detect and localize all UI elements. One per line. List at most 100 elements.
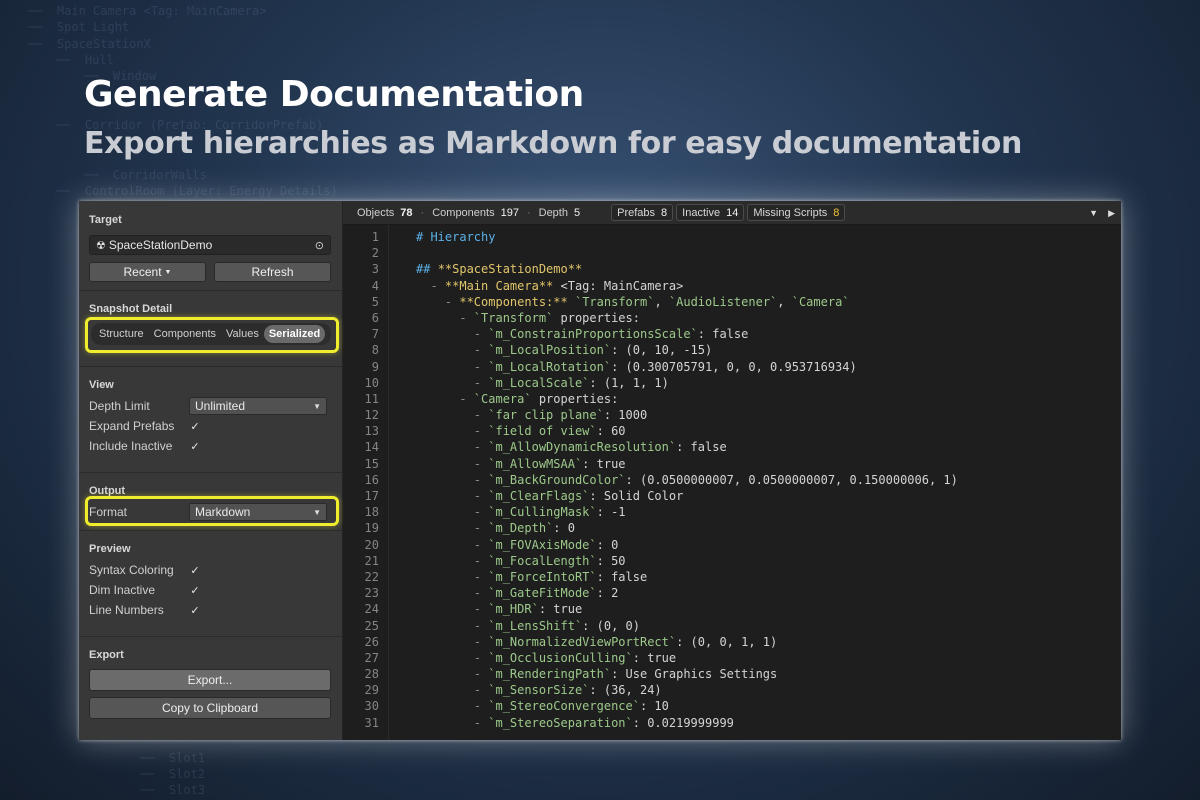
copy-to-clipboard-button[interactable]: Copy to Clipboard <box>89 697 331 719</box>
code-line: - `Transform` properties: <box>416 310 958 326</box>
code-token: `m_FOVAxisMode` <box>488 537 597 552</box>
object-picker-icon[interactable]: ⊙ <box>315 239 324 252</box>
line-number: 21 <box>364 553 379 568</box>
code-token: : 50 <box>596 553 626 568</box>
refresh-button[interactable]: Refresh <box>214 262 331 282</box>
code-token: `m_LocalRotation` <box>488 359 612 374</box>
recent-button[interactable]: Recent ▼ <box>89 262 206 282</box>
hero-subtitle: Export hierarchies as Markdown for easy … <box>84 126 1022 161</box>
export-button[interactable]: Export... <box>89 669 331 691</box>
bg-tree-line: ── ControlRoom (Layer: Energy Details) <box>56 184 338 198</box>
view-title: View <box>89 379 114 391</box>
code-line: - **Main Camera** <Tag: MainCamera> <box>416 278 958 294</box>
dropdown-arrow-icon: ▼ <box>313 401 321 411</box>
markdown-preview: Objects 78 · Components 197 · Depth 5 Pr… <box>343 201 1121 740</box>
line-number: 6 <box>371 310 379 325</box>
code-token: - <box>416 683 489 698</box>
code-line: - `m_ConstrainProportionsScale`: false <box>416 326 958 342</box>
code-token: **SpaceStationDemo** <box>437 262 583 277</box>
code-token: : false <box>676 440 727 455</box>
line-number: 1 <box>371 230 379 244</box>
line-number: 19 <box>364 521 379 536</box>
code-token: **Components:** <box>459 294 568 309</box>
prefabs-chip-value: 8 <box>661 206 668 219</box>
include-inactive-label: Include Inactive <box>89 439 173 453</box>
line-numbers-checkbox[interactable]: ✓ <box>189 604 201 617</box>
code-token: , <box>654 294 669 309</box>
syntax-coloring-row: Syntax Coloring ✓ <box>89 560 332 580</box>
code-token: : false <box>596 569 648 584</box>
export-label: Export... <box>187 673 233 687</box>
code-line: - `m_LensShift`: (0, 0) <box>416 618 958 634</box>
code-token: - <box>416 294 460 309</box>
code-token: : true <box>538 602 583 617</box>
code-token: : (36, 24) <box>589 683 662 698</box>
collapse-menu-icon[interactable]: ▼ <box>1089 208 1098 218</box>
code-token: `m_ConstrainProportionsScale` <box>488 327 698 342</box>
depth-limit-row: Depth Limit Unlimited ▼ <box>89 396 332 416</box>
code-line: - `m_StereoConvergence`: 10 <box>416 698 958 714</box>
code-line: - `m_SensorSize`: (36, 24) <box>416 682 958 698</box>
snapshot-section: Snapshot Detail Structure Components Val… <box>79 291 342 367</box>
code-line: - `Camera` properties: <box>416 391 958 407</box>
prefabs-chip[interactable]: Prefabs 8 <box>611 204 674 221</box>
code-token: properties: <box>553 310 640 325</box>
missing-scripts-chip[interactable]: Missing Scripts 8 <box>747 204 846 221</box>
stat-separator: · <box>526 206 531 219</box>
code-token: `m_AllowMSAA` <box>488 456 583 471</box>
preview-section: Preview Syntax Coloring ✓ Dim Inactive ✓… <box>79 531 342 637</box>
expand-prefabs-label: Expand Prefabs <box>89 419 175 433</box>
code-line: - `m_ForceIntoRT`: false <box>416 569 958 585</box>
output-section: Output Format Markdown ▼ <box>79 473 342 531</box>
objects-stat-label: Objects <box>357 206 395 219</box>
bg-tree-line: ── Hull <box>56 53 114 67</box>
code-token: - <box>416 569 489 584</box>
line-number: 15 <box>364 456 379 471</box>
code-token: - <box>416 602 489 617</box>
code-token: : 60 <box>596 424 626 439</box>
inactive-chip[interactable]: Inactive 14 <box>676 204 745 221</box>
expand-arrow-icon[interactable]: ▶ <box>1108 208 1115 219</box>
line-number: 29 <box>364 683 379 698</box>
bg-tree-line: ── SpaceStationX <box>28 37 151 51</box>
code-line: - `m_GateFitMode`: 2 <box>416 585 958 601</box>
include-inactive-checkbox[interactable]: ✓ <box>189 440 201 453</box>
code-token: - <box>416 310 474 325</box>
code-token: `m_BackGroundColor` <box>488 472 626 487</box>
bg-tree-line: ── Main Camera <Tag: MainCamera> <box>28 4 267 18</box>
line-number: 22 <box>364 569 379 584</box>
code-line: - `m_LocalRotation`: (0.300705791, 0, 0,… <box>416 359 958 375</box>
dim-inactive-checkbox[interactable]: ✓ <box>189 584 201 597</box>
depth-limit-dropdown[interactable]: Unlimited ▼ <box>189 397 327 415</box>
syntax-coloring-checkbox[interactable]: ✓ <box>189 564 201 577</box>
code-token: `m_RenderingPath` <box>488 667 612 682</box>
line-number: 12 <box>364 408 379 423</box>
code-token: `m_StereoConvergence` <box>488 699 640 714</box>
code-token: `m_AllowDynamicResolution` <box>488 440 677 455</box>
line-number: 31 <box>364 715 379 730</box>
objects-stat-value: 78 <box>400 206 413 219</box>
code-token: - <box>416 489 489 503</box>
stats-toolbar: Objects 78 · Components 197 · Depth 5 Pr… <box>343 201 1121 225</box>
expand-prefabs-checkbox[interactable]: ✓ <box>189 420 201 433</box>
code-token: `m_CullingMask` <box>488 505 597 520</box>
code-line: - `m_LocalPosition`: (0, 10, -15) <box>416 342 958 358</box>
code-token: : 10 <box>639 699 669 714</box>
inactive-chip-value: 14 <box>726 206 739 219</box>
code-token: - <box>416 424 489 439</box>
depth-stat-value: 5 <box>573 206 581 219</box>
code-token: : Solid Color <box>589 489 684 503</box>
target-object-field[interactable]: ☢ SpaceStationDemo ⊙ <box>89 235 331 255</box>
line-number: 16 <box>364 472 379 487</box>
code-token: : -1 <box>596 505 626 520</box>
code-token: `m_ClearFlags` <box>488 489 590 503</box>
line-number: 5 <box>371 294 379 309</box>
refresh-label: Refresh <box>251 265 294 279</box>
code-token: `far clip plane` <box>488 408 604 423</box>
line-number: 3 <box>371 262 379 277</box>
dim-inactive-row: Dim Inactive ✓ <box>89 580 332 600</box>
code-token: : 0.0219999999 <box>632 715 734 730</box>
bg-tree-line: ── CorridorWalls <box>84 168 207 182</box>
code-token: - <box>416 618 489 633</box>
